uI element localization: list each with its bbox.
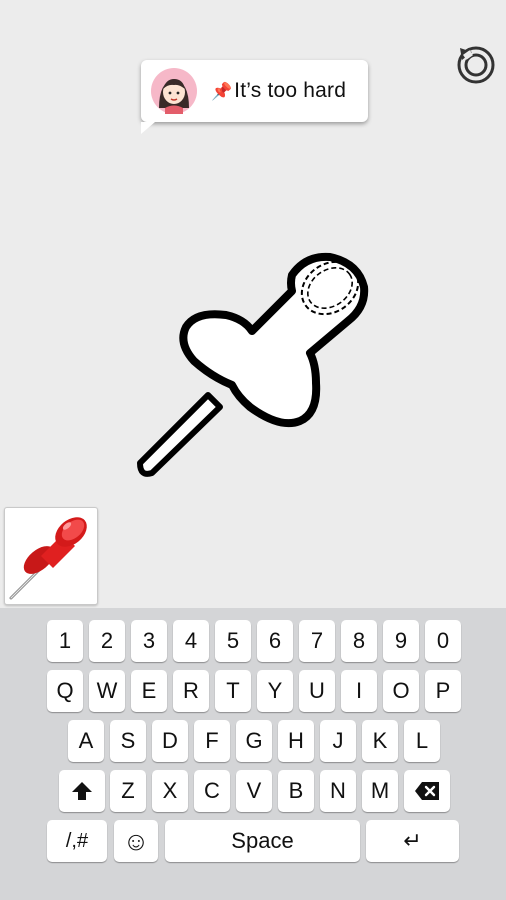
key-2[interactable]: 2 bbox=[89, 620, 125, 662]
key-c[interactable]: C bbox=[194, 770, 230, 812]
key-k[interactable]: K bbox=[362, 720, 398, 762]
enter-icon: ↵ bbox=[403, 828, 422, 853]
key-3[interactable]: 3 bbox=[131, 620, 167, 662]
key-b[interactable]: B bbox=[278, 770, 314, 812]
girl-avatar-icon bbox=[151, 68, 197, 114]
key-4[interactable]: 4 bbox=[173, 620, 209, 662]
key-a[interactable]: A bbox=[68, 720, 104, 762]
key-d[interactable]: D bbox=[152, 720, 188, 762]
key-o[interactable]: O bbox=[383, 670, 419, 712]
key-0[interactable]: 0 bbox=[425, 620, 461, 662]
key-f[interactable]: F bbox=[194, 720, 230, 762]
key-n[interactable]: N bbox=[320, 770, 356, 812]
key-u[interactable]: U bbox=[299, 670, 335, 712]
game-area: 📌 It’s too hard bbox=[0, 0, 506, 608]
key-5[interactable]: 5 bbox=[215, 620, 251, 662]
key-6[interactable]: 6 bbox=[257, 620, 293, 662]
key-j[interactable]: J bbox=[320, 720, 356, 762]
key-r[interactable]: R bbox=[173, 670, 209, 712]
key-p[interactable]: P bbox=[425, 670, 461, 712]
speech-bubble-tail bbox=[141, 122, 155, 134]
smiley-icon: ☺ bbox=[122, 825, 150, 856]
key-9[interactable]: 9 bbox=[383, 620, 419, 662]
key-8[interactable]: 8 bbox=[341, 620, 377, 662]
key-q[interactable]: Q bbox=[47, 670, 83, 712]
backspace-key[interactable] bbox=[404, 770, 450, 812]
symbols-key[interactable]: /,# bbox=[47, 820, 107, 862]
key-g[interactable]: G bbox=[236, 720, 272, 762]
key-v[interactable]: V bbox=[236, 770, 272, 812]
key-i[interactable]: I bbox=[341, 670, 377, 712]
key-x[interactable]: X bbox=[152, 770, 188, 812]
key-h[interactable]: H bbox=[278, 720, 314, 762]
speech-text: It’s too hard bbox=[234, 79, 347, 102]
restart-icon[interactable] bbox=[452, 40, 498, 86]
key-l[interactable]: L bbox=[404, 720, 440, 762]
shift-arrow-icon bbox=[72, 782, 92, 800]
enter-key[interactable]: ↵ bbox=[366, 820, 459, 862]
keyboard: 1 2 3 4 5 6 7 8 9 0 Q W E R T Y U I O P … bbox=[0, 608, 506, 900]
key-e[interactable]: E bbox=[131, 670, 167, 712]
pushpin-emoji: 📌 bbox=[211, 81, 233, 101]
key-s[interactable]: S bbox=[110, 720, 146, 762]
key-m[interactable]: M bbox=[362, 770, 398, 812]
pushpin-outline-drawing[interactable] bbox=[120, 225, 390, 495]
key-1[interactable]: 1 bbox=[47, 620, 83, 662]
key-w[interactable]: W bbox=[89, 670, 125, 712]
speech-bubble: 📌 It’s too hard bbox=[141, 60, 368, 134]
hint-card[interactable] bbox=[4, 507, 98, 605]
key-y[interactable]: Y bbox=[257, 670, 293, 712]
red-pushpin-icon bbox=[9, 517, 87, 600]
key-7[interactable]: 7 bbox=[299, 620, 335, 662]
backspace-icon bbox=[415, 782, 439, 800]
key-t[interactable]: T bbox=[215, 670, 251, 712]
emoji-key[interactable]: ☺ bbox=[114, 820, 158, 862]
key-z[interactable]: Z bbox=[110, 770, 146, 812]
shift-key[interactable] bbox=[59, 770, 105, 812]
space-key[interactable]: Space bbox=[165, 820, 360, 862]
